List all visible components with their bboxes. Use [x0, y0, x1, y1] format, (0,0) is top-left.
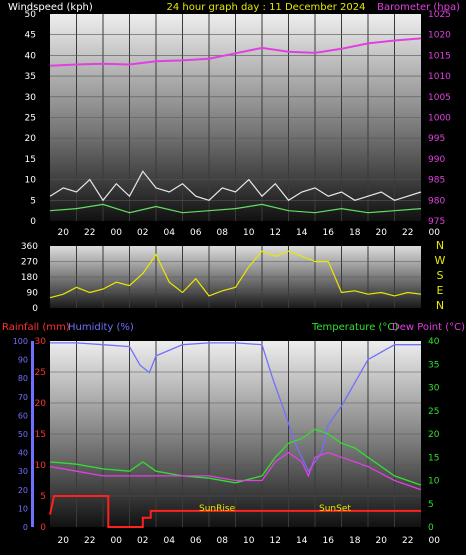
rainfall-tick-label: 15 [35, 430, 46, 440]
time-tick-label: 08 [217, 536, 229, 546]
temperature-tick-label: 10 [428, 477, 440, 487]
chart-title: 24 hour graph day : 11 December 2024 [167, 2, 366, 13]
time-tick-label: 20 [376, 536, 388, 546]
windspeed-tick-label: 15 [25, 155, 36, 165]
time-tick-label: 06 [190, 536, 202, 546]
compass-label: N [436, 299, 444, 312]
temperature-tick-label: 40 [428, 337, 440, 347]
barometer-tick-label: 995 [428, 134, 445, 144]
time-tick-label: 18 [349, 536, 361, 546]
barometer-tick-label: 1025 [428, 10, 451, 20]
time-tick-label: 22 [402, 536, 413, 546]
sunset-label: SunSet [319, 504, 351, 514]
time-tick-label: 12 [270, 228, 281, 238]
time-tick-label: 16 [323, 536, 335, 546]
time-tick-label: 22 [402, 228, 413, 238]
time-tick-label: 08 [217, 228, 229, 238]
windspeed-tick-label: 30 [25, 93, 37, 103]
time-tick-label: 16 [323, 228, 335, 238]
rainfall-tick-label: 10 [35, 461, 47, 471]
rainfall-tick-label: 20 [35, 399, 47, 409]
humidity-tick-label: 60 [18, 411, 28, 420]
compass-label: E [437, 284, 444, 297]
temperature-tick-label: 30 [428, 384, 440, 394]
time-tick-label: 22 [84, 228, 95, 238]
windspeed-axis-label: Windspeed (kph) [8, 2, 93, 13]
time-tick-label: 20 [58, 536, 70, 546]
time-tick-label: 06 [190, 228, 202, 238]
windspeed-tick-label: 0 [30, 217, 36, 227]
time-tick-label: 10 [243, 228, 255, 238]
time-tick-label: 14 [296, 228, 308, 238]
humidity-axis-bar [31, 341, 34, 527]
time-tick-label: 12 [270, 536, 281, 546]
temperature-tick-label: 15 [428, 453, 439, 463]
temperature-tick-label: 20 [428, 430, 440, 440]
barometer-tick-label: 990 [428, 155, 445, 165]
time-tick-label: 22 [84, 536, 95, 546]
temperature-tick-label: 25 [428, 407, 439, 417]
rainfall-tick-label: 0 [40, 523, 46, 533]
barometer-tick-label: 1010 [428, 72, 451, 82]
time-tick-label: 02 [137, 536, 148, 546]
time-tick-label: 04 [164, 536, 176, 546]
windspeed-tick-label: 45 [25, 31, 36, 41]
direction-tick-label: 90 [27, 289, 39, 299]
humidity-tick-label: 10 [18, 504, 28, 513]
humidity-tick-label: 40 [18, 449, 28, 458]
barometer-tick-label: 1000 [428, 114, 451, 124]
compass-label: W [435, 254, 446, 267]
humidity-tick-label: 100 [13, 337, 28, 346]
humidity-tick-label: 30 [18, 467, 28, 476]
time-tick-label: 00 [429, 536, 441, 546]
windspeed-tick-label: 25 [25, 114, 36, 124]
compass-label: N [436, 239, 444, 252]
barometer-tick-label: 1005 [428, 93, 451, 103]
humidity-tick-label: 70 [18, 393, 28, 402]
windspeed-tick-label: 50 [25, 10, 37, 20]
time-tick-label: 20 [376, 228, 388, 238]
time-tick-label: 10 [243, 536, 255, 546]
direction-tick-label: 180 [21, 273, 38, 283]
time-tick-label: 04 [164, 228, 176, 238]
temperature-axis-label: Temperature (°C) [311, 322, 398, 333]
barometer-tick-label: 1020 [428, 31, 451, 41]
windspeed-tick-label: 20 [25, 134, 37, 144]
temperature-tick-label: 35 [428, 360, 439, 370]
windspeed-tick-label: 10 [25, 176, 37, 186]
time-tick-label: 00 [111, 228, 123, 238]
temperature-tick-label: 5 [428, 500, 434, 510]
direction-tick-label: 0 [32, 304, 38, 314]
time-tick-label: 00 [429, 228, 441, 238]
rainfall-tick-label: 30 [35, 337, 47, 347]
rainfall-tick-label: 5 [40, 492, 46, 502]
barometer-tick-label: 1015 [428, 51, 451, 61]
time-tick-label: 18 [349, 228, 361, 238]
sunrise-label: SunRise [199, 504, 236, 514]
windspeed-tick-label: 35 [25, 72, 36, 82]
rainfall-axis-label: Rainfall (mm) [2, 322, 70, 333]
rainfall-tick-label: 25 [35, 368, 46, 378]
windspeed-tick-label: 5 [30, 196, 36, 206]
direction-tick-label: 360 [21, 242, 38, 252]
time-tick-label: 20 [58, 228, 70, 238]
temperature-tick-label: 0 [428, 523, 434, 533]
direction-tick-label: 270 [21, 258, 38, 268]
humidity-axis-label: Humidity (%) [68, 322, 134, 333]
time-tick-label: 02 [137, 228, 148, 238]
barometer-tick-label: 975 [428, 217, 445, 227]
compass-label: S [437, 269, 444, 282]
humidity-tick-label: 0 [23, 523, 28, 532]
humidity-tick-label: 90 [18, 356, 28, 365]
humidity-tick-label: 20 [18, 486, 28, 495]
weather-charts: Windspeed (kph) 24 hour graph day : 11 D… [2, 2, 465, 546]
humidity-tick-label: 50 [18, 430, 28, 439]
windspeed-tick-label: 40 [25, 51, 37, 61]
barometer-tick-label: 980 [428, 196, 445, 206]
humidity-tick-label: 80 [18, 374, 28, 383]
time-tick-label: 00 [111, 536, 123, 546]
barometer-tick-label: 985 [428, 176, 445, 186]
dewpoint-axis-label: Dew Point (°C) [392, 322, 465, 333]
time-tick-label: 14 [296, 536, 308, 546]
